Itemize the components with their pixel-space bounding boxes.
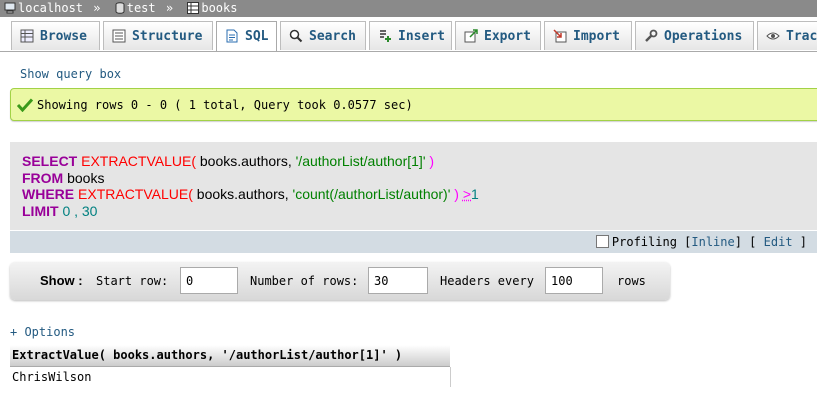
sql-line-1: SELECT EXTRACTVALUE( books.authors, '/au… — [22, 153, 435, 169]
options-link[interactable]: + Options — [10, 325, 75, 339]
browse-icon — [20, 25, 34, 54]
sql-line-2: FROM books — [22, 169, 105, 186]
breadcrumb: localhost » test » books — [0, 0, 817, 17]
structure-icon — [112, 25, 126, 54]
tab-tracking[interactable]: Trac — [757, 21, 817, 50]
show-label: Show : — [40, 273, 83, 288]
tab-operations[interactable]: Operations — [635, 21, 754, 50]
start-row-label: Start row: — [96, 274, 169, 288]
insert-icon — [378, 25, 392, 54]
column-header[interactable]: ExtractValue( books.authors, '/authorLis… — [10, 345, 450, 367]
sql-icon — [225, 25, 239, 54]
wrench-icon — [644, 25, 658, 54]
tab-sql[interactable]: SQL — [216, 21, 277, 51]
breadcrumb-database[interactable]: test — [127, 1, 156, 15]
tab-bar: Browse Structure SQL Search Insert Expor… — [0, 17, 817, 52]
number-of-rows-input[interactable] — [368, 267, 428, 294]
profiling-checkbox[interactable] — [595, 235, 609, 248]
rows-label: rows — [617, 274, 646, 288]
tab-import[interactable]: Import — [544, 21, 632, 50]
headers-every-input[interactable] — [545, 267, 603, 294]
profiling-controls: Profiling [Inline] [ Edit ] — [595, 234, 807, 250]
breadcrumb-server[interactable]: localhost — [18, 1, 83, 15]
breadcrumb-separator: » — [93, 1, 101, 15]
sql-line-3: WHERE EXTRACTVALUE( books.authors, 'coun… — [22, 186, 479, 202]
show-query-box-link[interactable]: Show query box — [20, 67, 121, 81]
tab-search[interactable]: Search — [280, 21, 366, 50]
table-cell[interactable]: ChrisWilson — [10, 367, 451, 387]
breadcrumb-table[interactable]: books — [201, 1, 237, 15]
sql-footer: Profiling [Inline] [ Edit ] — [10, 230, 817, 253]
import-icon — [553, 25, 567, 54]
start-row-input[interactable] — [180, 267, 238, 294]
eye-icon — [766, 25, 780, 54]
sql-query-box: SELECT EXTRACTVALUE( books.authors, '/au… — [10, 142, 817, 253]
inline-edit-link[interactable]: Inline — [691, 235, 734, 249]
edit-query-link[interactable]: Edit — [764, 235, 793, 249]
tab-structure[interactable]: Structure — [103, 21, 213, 50]
sql-line-4: LIMIT 0 , 30 — [22, 202, 98, 219]
success-text: Showing rows 0 - 0 ( 1 total, Query took… — [37, 98, 413, 112]
breadcrumb-separator: » — [165, 1, 174, 15]
success-message: Showing rows 0 - 0 ( 1 total, Query took… — [10, 88, 817, 121]
navigation-form: Show : Start row: Number of rows: Header… — [10, 262, 670, 300]
tab-browse[interactable]: Browse — [11, 21, 100, 50]
tab-insert[interactable]: Insert — [369, 21, 452, 50]
checkmark-icon — [16, 92, 34, 125]
profiling-label: Profiling — [611, 235, 677, 249]
number-of-rows-label: Number of rows: — [250, 274, 359, 288]
search-icon — [289, 25, 303, 54]
export-icon — [464, 25, 478, 54]
sql-code: SELECT EXTRACTVALUE( books.authors, '/au… — [22, 153, 479, 219]
headers-every-label: Headers every — [440, 274, 534, 288]
tab-export[interactable]: Export — [455, 21, 541, 50]
